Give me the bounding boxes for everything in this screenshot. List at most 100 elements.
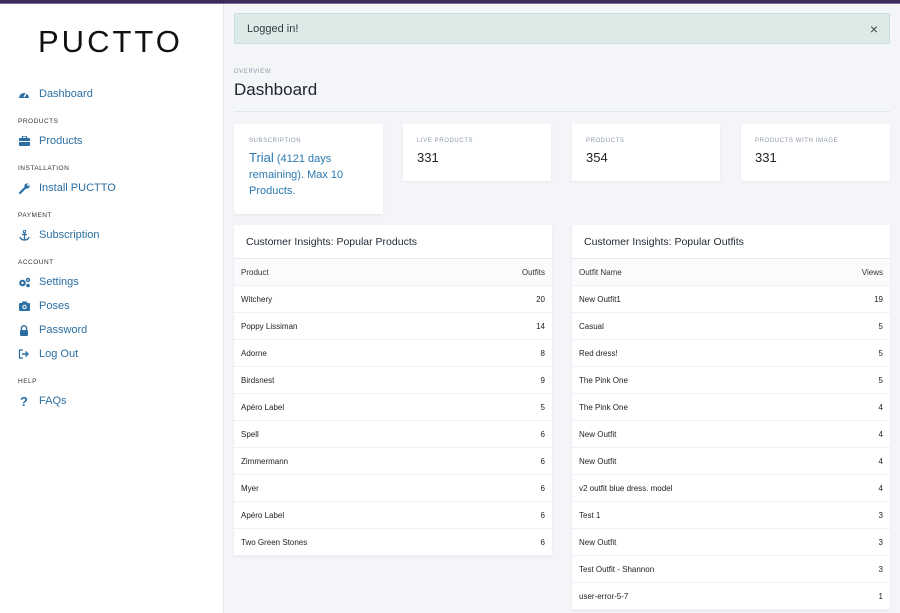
cell-name: New Outfit bbox=[579, 537, 617, 547]
popular-outfits-title: Customer Insights: Popular Outfits bbox=[572, 225, 890, 259]
alert-message: Logged in! bbox=[247, 22, 299, 35]
cell-name: Birdsnest bbox=[241, 375, 275, 385]
sidebar-section-products: PRODUCTS bbox=[18, 118, 59, 125]
cell-count: 20 bbox=[536, 294, 545, 304]
table-row: Casual 5 bbox=[572, 313, 890, 340]
sidebar-section-account: ACCOUNT bbox=[18, 259, 54, 266]
sidebar-item-subscription[interactable]: Subscription bbox=[0, 223, 224, 247]
cell-name: Zimmermann bbox=[241, 456, 289, 466]
cell-name: Apéro Label bbox=[241, 510, 285, 520]
table-header-row: Outfit Name Views bbox=[572, 259, 890, 286]
page-title: Dashboard bbox=[234, 80, 318, 99]
products-with-image-card: PRODUCTS WITH IMAGE 331 bbox=[741, 124, 890, 181]
products-label: PRODUCTS bbox=[586, 138, 625, 144]
sidebar-item-label: Password bbox=[39, 324, 88, 336]
cell-count: 6 bbox=[540, 510, 545, 520]
overview-label: OVERVIEW bbox=[234, 69, 272, 75]
column-header-outfits: Outfits bbox=[521, 267, 545, 277]
cell-count: 4 bbox=[878, 402, 883, 412]
sidebar-item-label: Products bbox=[39, 135, 83, 147]
cell-count: 5 bbox=[540, 402, 545, 412]
cell-name: Test 1 bbox=[579, 510, 601, 520]
cell-name: Myer bbox=[241, 483, 259, 493]
sidebar-section-help: HELP bbox=[18, 378, 37, 385]
cell-name: New Outfit1 bbox=[579, 294, 621, 304]
cell-count: 5 bbox=[878, 321, 883, 331]
sidebar-item-poses[interactable]: Poses bbox=[0, 294, 224, 318]
question-icon: ? bbox=[20, 393, 28, 409]
table-row: Adorne 8 bbox=[234, 340, 552, 367]
table-row: v2 outfit blue dress. model 4 bbox=[572, 475, 890, 502]
subscription-label: SUBSCRIPTION bbox=[249, 138, 302, 144]
cell-name: v2 outfit blue dress. model bbox=[579, 483, 673, 493]
cell-name: Apéro Label bbox=[241, 402, 285, 412]
cell-count: 5 bbox=[878, 348, 883, 358]
cell-count: 6 bbox=[540, 456, 545, 466]
table-row: The Pink One 5 bbox=[572, 367, 890, 394]
cell-count: 9 bbox=[540, 375, 545, 385]
login-alert: Logged in! × bbox=[234, 13, 890, 44]
live-products-label: LIVE PRODUCTS bbox=[417, 138, 474, 144]
cell-name: Two Green Stones bbox=[241, 537, 308, 547]
cell-name: Test Outfit - Shannon bbox=[579, 564, 655, 574]
cell-name: Adorne bbox=[241, 348, 267, 358]
column-header-outfit-name: Outfit Name bbox=[579, 267, 622, 277]
sidebar-item-label: Dashboard bbox=[39, 88, 93, 100]
subscription-value[interactable]: Trial (4121 days remaining). Max 10 Prod… bbox=[249, 150, 369, 199]
cell-count: 6 bbox=[540, 429, 545, 439]
column-header-views: Views bbox=[861, 267, 883, 277]
table-row: user-error-5-7 1 bbox=[572, 583, 890, 610]
table-row: The Pink One 4 bbox=[572, 394, 890, 421]
cell-count: 6 bbox=[540, 537, 545, 547]
cell-name: Witchery bbox=[241, 294, 273, 304]
cell-count: 4 bbox=[878, 429, 883, 439]
sidebar-item-label: Install PUCTTO bbox=[39, 182, 116, 194]
lock-icon bbox=[17, 323, 31, 337]
sidebar-item-products[interactable]: Products bbox=[0, 129, 224, 153]
table-row: New Outfit 4 bbox=[572, 448, 890, 475]
table-row: Apéro Label 6 bbox=[234, 502, 552, 529]
cell-count: 8 bbox=[540, 348, 545, 358]
cell-name: New Outfit bbox=[579, 429, 617, 439]
subscription-plan[interactable]: Trial bbox=[249, 150, 274, 165]
sidebar-item-dashboard[interactable]: Dashboard bbox=[0, 82, 224, 106]
sidebar-item-password[interactable]: Password bbox=[0, 318, 224, 342]
products-icon bbox=[17, 134, 31, 148]
sidebar-item-log-out[interactable]: Log Out bbox=[0, 342, 224, 366]
close-icon[interactable]: × bbox=[870, 21, 878, 37]
products-card: PRODUCTS 354 bbox=[572, 124, 720, 181]
table-row: Witchery 20 bbox=[234, 286, 552, 313]
table-row: New Outfit 4 bbox=[572, 421, 890, 448]
popular-products-title: Customer Insights: Popular Products bbox=[234, 225, 552, 259]
cell-name: Spell bbox=[241, 429, 259, 439]
popular-products-table: Customer Insights: Popular Products Prod… bbox=[234, 225, 552, 556]
sidebar-item-label: Poses bbox=[39, 300, 70, 312]
gears-icon bbox=[17, 275, 31, 289]
table-row: Two Green Stones 6 bbox=[234, 529, 552, 556]
cell-count: 3 bbox=[878, 537, 883, 547]
dashboard-icon bbox=[17, 87, 31, 101]
cell-count: 6 bbox=[540, 483, 545, 493]
table-row: Apéro Label 5 bbox=[234, 394, 552, 421]
cell-count: 4 bbox=[878, 483, 883, 493]
cell-name: user-error-5-7 bbox=[579, 591, 629, 601]
table-row: Birdsnest 9 bbox=[234, 367, 552, 394]
table-row: Red dress! 5 bbox=[572, 340, 890, 367]
cell-name: The Pink One bbox=[579, 375, 628, 385]
sidebar-item-install-puctto[interactable]: Install PUCTTO bbox=[0, 176, 224, 200]
sidebar-item-faqs[interactable]: ? FAQs bbox=[0, 389, 224, 413]
cell-count: 5 bbox=[878, 375, 883, 385]
table-row: Test 1 3 bbox=[572, 502, 890, 529]
sidebar-item-settings[interactable]: Settings bbox=[0, 270, 224, 294]
cell-count: 14 bbox=[536, 321, 545, 331]
cell-name: The Pink One bbox=[579, 402, 628, 412]
sidebar-item-label: Subscription bbox=[39, 229, 100, 241]
sidebar-section-payment: PAYMENT bbox=[18, 212, 52, 219]
cell-count: 3 bbox=[878, 510, 883, 520]
app-logo[interactable]: PUCTTO bbox=[38, 24, 183, 60]
sidebar-item-label: FAQs bbox=[39, 395, 67, 407]
wrench-icon bbox=[17, 181, 31, 195]
anchor-icon bbox=[17, 228, 31, 242]
table-row: New Outfit 3 bbox=[572, 529, 890, 556]
live-products-value: 331 bbox=[417, 150, 439, 165]
